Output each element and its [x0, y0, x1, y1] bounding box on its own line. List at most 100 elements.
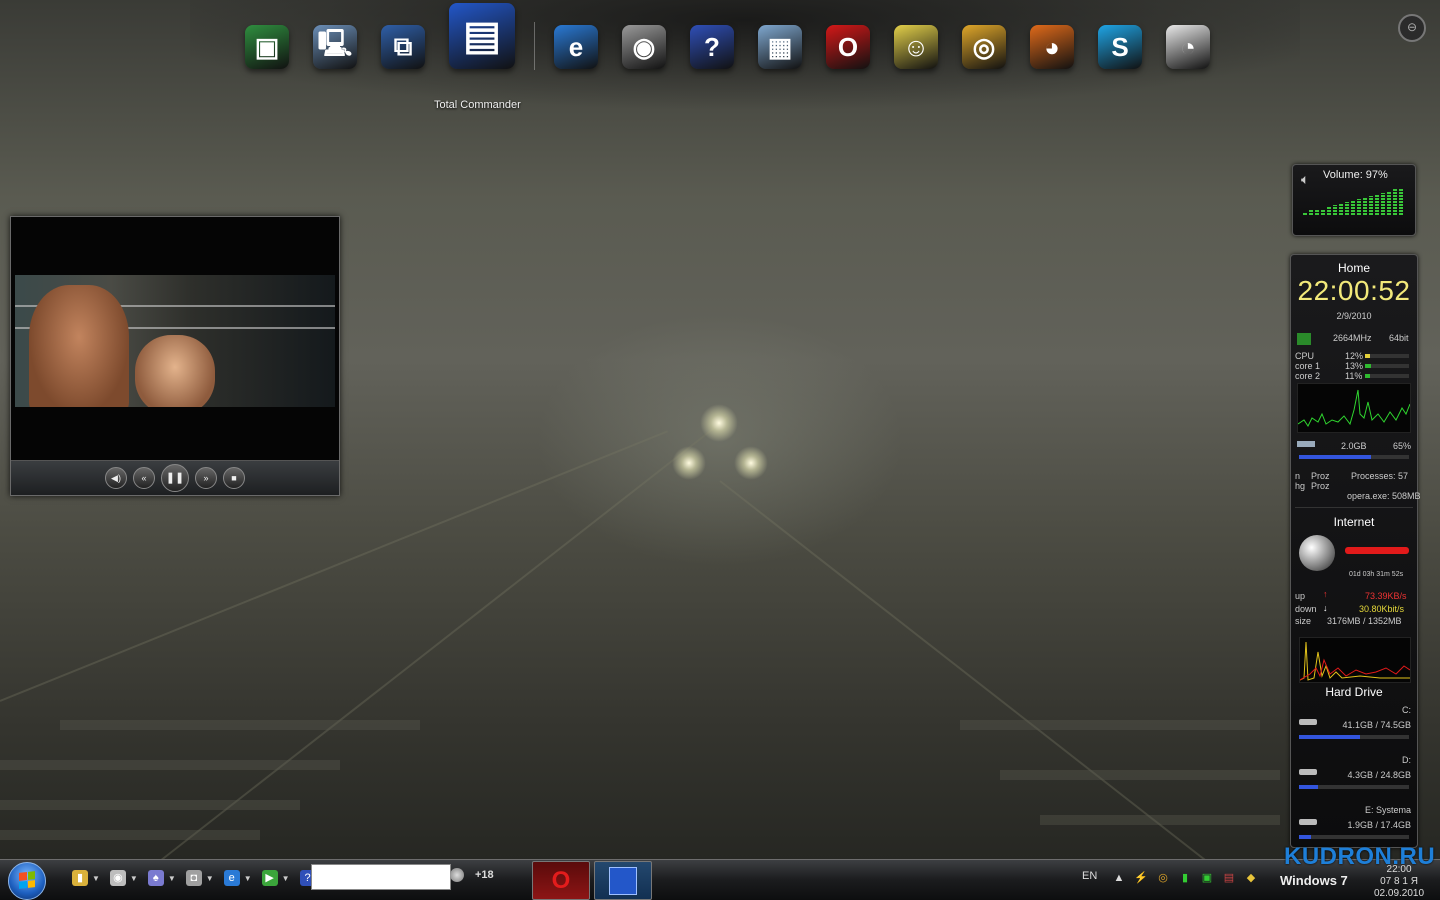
chevron-down-icon[interactable]: ▼	[206, 874, 214, 883]
cpu-frequency: 2664MHz	[1333, 333, 1372, 343]
tray-expand-icon[interactable]: ▲	[1112, 871, 1126, 885]
speaker-icon: ◉	[622, 25, 666, 69]
volume-bar	[1321, 208, 1325, 215]
proc-col-1: n	[1295, 471, 1301, 481]
ram-bar	[1299, 455, 1409, 459]
dock-item-help[interactable]: ?	[685, 20, 739, 74]
taskbar-total-commander-button[interactable]	[594, 861, 652, 900]
disc-icon[interactable]: ◉	[109, 870, 126, 886]
floppy-disk-icon: ▤	[449, 3, 515, 69]
speaker-small-icon[interactable]: ◘	[185, 870, 202, 886]
drive-usage: 1.9GB / 17.4GB	[1347, 820, 1411, 830]
clock-date: 2/9/2010	[1336, 311, 1372, 321]
quick-launch: ▮▼◉▼♠▼◘▼e▼▶▼?▼	[72, 870, 327, 886]
taskbar-search-input[interactable]	[311, 864, 451, 890]
dock-item-photo-gallery[interactable]: ▦	[753, 20, 807, 74]
drive-usage: 4.3GB / 24.8GB	[1347, 770, 1411, 780]
dock-item-opera[interactable]: O	[821, 20, 875, 74]
volume-gadget[interactable]: 🔈︎ Volume: 97%	[1292, 164, 1416, 236]
rewind-icon[interactable]: «	[133, 467, 155, 489]
start-button[interactable]	[8, 862, 46, 900]
chevron-down-icon[interactable]: ▼	[244, 874, 252, 883]
volume-bar	[1375, 194, 1379, 215]
ram-icon	[1297, 441, 1315, 447]
drive-letter: D:	[1402, 755, 1411, 765]
proc-col-1b: hg	[1295, 481, 1306, 491]
hard-drive-icon	[1299, 769, 1317, 775]
proc-label-1: Proz	[1311, 471, 1330, 481]
process-count: Processes: 57	[1351, 471, 1409, 481]
volume-icon[interactable]: ◀)	[105, 467, 127, 489]
dock-item-network[interactable]: ⧉	[376, 20, 430, 74]
chevron-down-icon[interactable]: ▼	[130, 874, 138, 883]
cpu-row-bar	[1365, 374, 1409, 378]
ram-used: 2.0GB	[1341, 441, 1367, 451]
system-tray: ▲ ⚡ ◎ ▮ ▣ ▤ ◆	[1112, 871, 1258, 885]
stop-icon[interactable]: ■	[223, 467, 245, 489]
drive-usage-bar-fill	[1299, 785, 1318, 789]
photo-gallery-icon: ▦	[758, 25, 802, 69]
taskbar: ▮▼◉▼♠▼◘▼e▼▶▼?▼ +18 O EN ▲ ⚡ ◎ ▮ ▣ ▤ ◆ Wi…	[0, 859, 1440, 900]
cpu-row-value: 12%	[1345, 351, 1364, 361]
dock-item-internet-explorer[interactable]: e	[549, 20, 603, 74]
tray-battery-icon[interactable]: ▮	[1178, 871, 1192, 885]
ram-bar-fill	[1299, 455, 1371, 459]
tray-flag-icon[interactable]: ▤	[1222, 871, 1236, 885]
dock-item-webcam[interactable]: ◎	[957, 20, 1011, 74]
internet-explorer-icon: e	[554, 25, 598, 69]
opera-icon: O	[551, 866, 571, 894]
media-player-window[interactable]: ◀) « ❚❚ » ■	[10, 216, 340, 496]
skype-icon: S	[1098, 25, 1142, 69]
volume-bar	[1333, 205, 1337, 215]
dock: ▣ 🖳 ⧉ ▤ e ◉? ▦ O ☺ ◎ ◕ S ◔	[240, 3, 1215, 74]
chevron-down-icon[interactable]: ▼	[282, 874, 290, 883]
media-play-icon[interactable]: ▶	[261, 870, 278, 886]
search-go-icon[interactable]	[450, 868, 464, 882]
tray-network-icon[interactable]: ⚡	[1134, 871, 1148, 885]
volume-bar	[1381, 192, 1385, 215]
tray-webcam-icon[interactable]: ◎	[1156, 871, 1170, 885]
drive-letter: C:	[1402, 705, 1411, 715]
minimize-all-icon[interactable]: ⊖	[1398, 14, 1426, 42]
drive-usage-bar-fill	[1299, 835, 1312, 839]
chevron-down-icon[interactable]: ▼	[168, 874, 176, 883]
dock-item-computer[interactable]: 🖳	[308, 20, 362, 74]
dock-item-speaker[interactable]: ◉	[617, 20, 671, 74]
dock-item-firefox[interactable]: ◕	[1025, 20, 1079, 74]
cpu-row-label: core 2	[1295, 371, 1321, 381]
tray-extra: 07 8 1 Я	[1380, 876, 1418, 887]
dock-item-sticky-note[interactable]: ☺	[889, 20, 943, 74]
language-indicator[interactable]: EN	[1082, 870, 1097, 882]
system-monitor-gadget: Home 22:00:52 2/9/2010 2664MHz 64bit CPU…	[1290, 254, 1421, 848]
hard-drive-title: Hard Drive	[1325, 685, 1383, 699]
windows-version-label: Windows 7	[1280, 873, 1348, 888]
speaker-icon: 🔈︎	[1301, 171, 1310, 187]
computer-icon: 🖳	[313, 25, 357, 69]
dock-item-pie-chart[interactable]: ◔	[1161, 20, 1215, 74]
volume-bar	[1399, 187, 1403, 215]
tray-app-icon[interactable]: ▣	[1200, 871, 1214, 885]
cpu-row-value: 11%	[1345, 371, 1363, 381]
cpu-graph-line	[1297, 389, 1411, 427]
cards-icon[interactable]: ♠	[147, 870, 164, 886]
dock-item-floppy-disk[interactable]: ▤	[444, 0, 520, 74]
up-label: up	[1295, 591, 1306, 601]
size-label: size	[1295, 616, 1312, 626]
folder-icon[interactable]: ▮	[72, 870, 88, 886]
webcam-icon: ◎	[962, 25, 1006, 69]
chevron-down-icon[interactable]: ▼	[92, 874, 100, 883]
tray-shield-icon[interactable]: ◆	[1244, 871, 1258, 885]
fast-forward-icon[interactable]: »	[195, 467, 217, 489]
taskbar-opera-button[interactable]: O	[532, 861, 590, 900]
pause-icon[interactable]: ❚❚	[161, 464, 189, 492]
internet-title: Internet	[1333, 515, 1375, 529]
dock-item-green-cube[interactable]: ▣	[240, 20, 294, 74]
site-watermark: KUDRON.RU	[1284, 843, 1436, 870]
drive-letter: E: Systema	[1364, 805, 1411, 815]
volume-bar	[1315, 208, 1319, 215]
dock-item-skype[interactable]: S	[1093, 20, 1147, 74]
green-cube-icon: ▣	[245, 25, 289, 69]
down-speed: 30.80Kbit/s	[1359, 604, 1405, 614]
drive-usage-bar-fill	[1299, 735, 1360, 739]
ie-small-icon[interactable]: e	[223, 870, 240, 886]
